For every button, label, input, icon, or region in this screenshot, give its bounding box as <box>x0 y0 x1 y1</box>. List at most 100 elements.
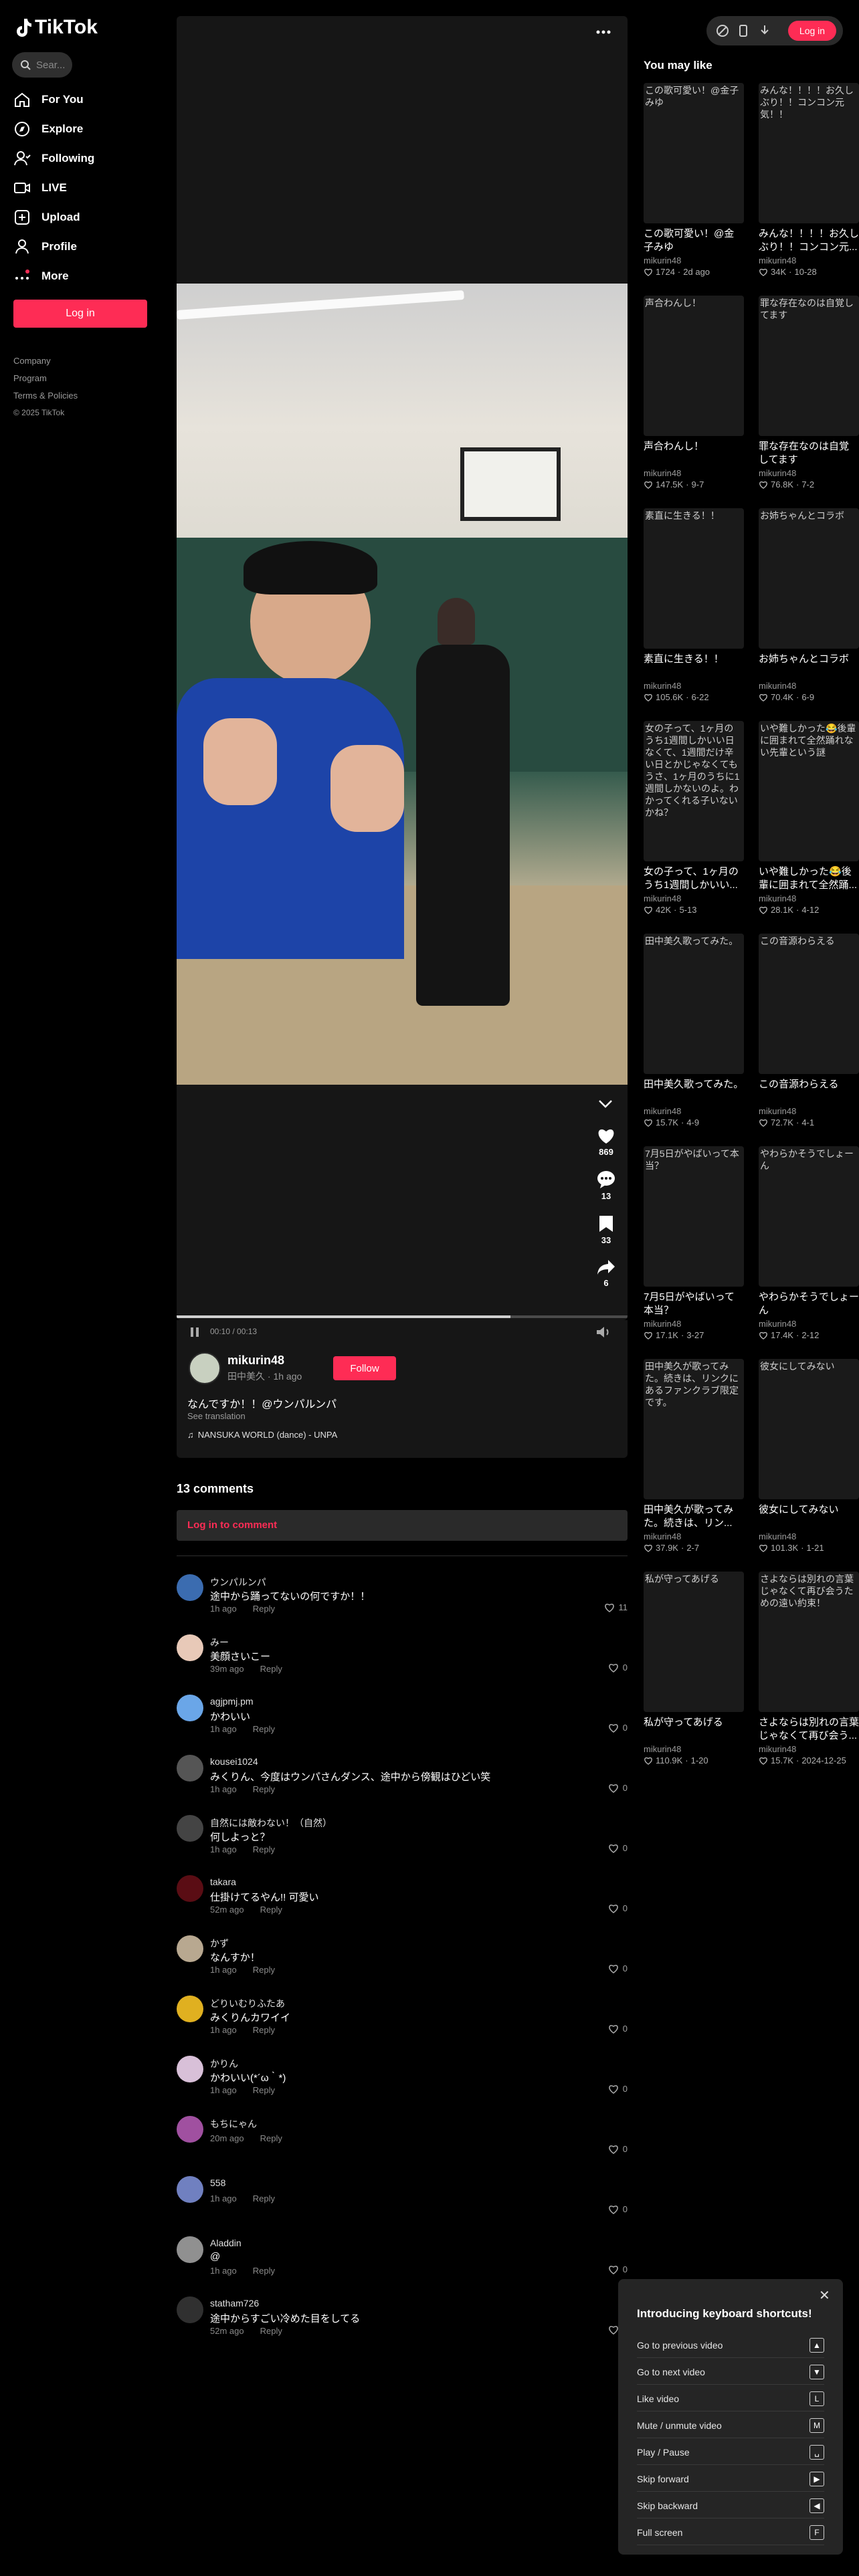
comment-author[interactable]: takara <box>210 1876 236 1887</box>
card-user[interactable]: mikurin48 <box>759 1106 859 1116</box>
comment-author[interactable]: かりん <box>210 2057 238 2070</box>
avatar[interactable] <box>177 1634 203 1661</box>
progress-track[interactable] <box>177 1315 628 1318</box>
video-thumbnail[interactable]: さよならは別れの言葉じゃなくて再び会うための遠い約束！ <box>759 1572 859 1712</box>
comment-like-button[interactable]: 0 <box>608 2204 628 2214</box>
reply-button[interactable]: Reply <box>253 2085 275 2095</box>
video-thumbnail[interactable]: 素直に生きる！！ <box>644 508 744 649</box>
comment-like-button[interactable]: 0 <box>608 1903 628 1913</box>
card-title[interactable]: 彼女にしてみない <box>759 1503 859 1530</box>
recommended-video-card[interactable]: お姉ちゃんとコラボ お姉ちゃんとコラボ mikurin48 70.4K · 6-9 <box>759 508 859 702</box>
card-title[interactable]: 女の子って、1ヶ月のうち1週間しかいい... <box>644 865 744 892</box>
volume-icon[interactable] <box>595 1325 611 1339</box>
card-title[interactable]: この歌可愛い！@金子みゆ <box>644 227 744 254</box>
sidebar-item-profile[interactable]: Profile <box>13 238 77 255</box>
recommended-video-card[interactable]: 女の子って、1ヶ月のうち1週間しかいい日なくて、1週間だけ辛い日とかじゃなくても… <box>644 721 744 915</box>
device-icon[interactable] <box>739 24 748 37</box>
card-user[interactable]: mikurin48 <box>759 1319 859 1329</box>
comment-author[interactable]: Aladdin <box>210 2238 242 2248</box>
video-thumbnail[interactable]: やわらかそうでしょーん <box>759 1146 859 1287</box>
recommended-video-card[interactable]: 罪な存在なのは自覚してます 罪な存在なのは自覚してます mikurin48 76.8K… <box>759 296 859 490</box>
reply-button[interactable]: Reply <box>260 1905 282 1915</box>
card-title[interactable]: 罪な存在なのは自覚してます <box>759 440 859 467</box>
recommended-video-card[interactable]: さよならは別れの言葉じゃなくて再び会うための遠い約束！ さよならは別れの言葉じゃな… <box>759 1572 859 1765</box>
reply-button[interactable]: Reply <box>260 1664 282 1674</box>
footer-link-terms[interactable]: Terms & Policies <box>13 391 78 401</box>
card-title[interactable]: 田中美久が歌ってみた。続きは、リン... <box>644 1503 744 1530</box>
video-thumbnail[interactable]: この歌可愛い！@金子みゆ <box>644 83 744 223</box>
recommended-video-card[interactable]: 彼女にしてみない 彼女にしてみない mikurin48 101.3K · 1-21 <box>759 1359 859 1553</box>
sidebar-item-more[interactable]: More <box>13 267 69 285</box>
recommended-video-card[interactable]: 田中美久歌ってみた。 田中美久歌ってみた。 mikurin48 15.7K · 4-9 <box>644 934 744 1128</box>
video-thumbnail[interactable]: この音源わらえる <box>759 934 859 1074</box>
creator-avatar[interactable] <box>189 1352 221 1384</box>
reply-button[interactable]: Reply <box>260 2133 282 2143</box>
avatar[interactable] <box>177 1755 203 1782</box>
video-thumbnail[interactable]: 田中美久歌ってみた。 <box>644 934 744 1074</box>
sidebar-login-button[interactable]: Log in <box>13 300 147 328</box>
recommended-video-card[interactable]: 田中美久が歌ってみた。続きは、リンクにあるファンクラブ限定です。田中美久が歌って… <box>644 1359 744 1553</box>
comment-like-button[interactable]: 0 <box>608 1963 628 1973</box>
sidebar-item-for-you[interactable]: For You <box>13 91 84 108</box>
comment-author[interactable]: statham726 <box>210 2298 259 2309</box>
reply-button[interactable]: Reply <box>253 1844 275 1854</box>
video-thumbnail[interactable]: 7月5日がやばいって本当？ <box>644 1146 744 1287</box>
creator-name[interactable]: mikurin48 <box>227 1354 284 1368</box>
close-icon[interactable]: ✕ <box>819 2287 830 2304</box>
reply-button[interactable]: Reply <box>253 2266 275 2276</box>
video-thumbnail[interactable]: お姉ちゃんとコラボ <box>759 508 859 649</box>
reply-button[interactable]: Reply <box>260 2326 282 2336</box>
comment-author[interactable]: みー <box>210 1636 229 1649</box>
more-options-icon[interactable] <box>594 27 613 37</box>
follow-button[interactable]: Follow <box>333 1356 396 1380</box>
card-user[interactable]: mikurin48 <box>644 1744 744 1754</box>
video-thumbnail[interactable]: 罪な存在なのは自覚してます <box>759 296 859 436</box>
card-user[interactable]: mikurin48 <box>644 1106 744 1116</box>
recommended-video-card[interactable]: この歌可愛い！@金子みゆ この歌可愛い！@金子みゆ mikurin48 1724 · 2d… <box>644 83 744 277</box>
card-title[interactable]: 素直に生きる！！ <box>644 653 744 679</box>
card-user[interactable]: mikurin48 <box>759 1531 859 1541</box>
card-title[interactable]: みんな！！！！お久しぶり！！コンコン元... <box>759 227 859 254</box>
comment-like-button[interactable]: 0 <box>608 2264 628 2274</box>
card-user[interactable]: mikurin48 <box>644 1319 744 1329</box>
avatar[interactable] <box>177 1875 203 1902</box>
login-to-comment[interactable]: Log in to comment <box>177 1510 628 1541</box>
comment-author[interactable]: どりいむりふたあ <box>210 1997 285 2010</box>
video-thumbnail[interactable]: 女の子って、1ヶ月のうち1週間しかいい日なくて、1週間だけ辛い日とかじゃなくても… <box>644 721 744 861</box>
no-ads-icon[interactable] <box>716 24 729 37</box>
avatar[interactable] <box>177 2116 203 2143</box>
comment-author[interactable]: もちにゃん <box>210 2117 257 2131</box>
card-user[interactable]: mikurin48 <box>644 255 744 265</box>
avatar[interactable] <box>177 2236 203 2263</box>
reply-button[interactable]: Reply <box>253 1724 275 1734</box>
video-thumbnail[interactable]: 田中美久が歌ってみた。続きは、リンクにあるファンクラブ限定です。 <box>644 1359 744 1499</box>
comment-author[interactable]: かず <box>210 1937 229 1950</box>
video-thumbnail[interactable]: みんな！！！！お久しぶり！！コンコン元気！！ <box>759 83 859 223</box>
video-thumbnail[interactable]: 声合わんし！ <box>644 296 744 436</box>
card-title[interactable]: この音源わらえる <box>759 1078 859 1105</box>
card-title[interactable]: 7月5日がやばいって本当？ <box>644 1291 744 1317</box>
recommended-video-card[interactable]: 素直に生きる！！ 素直に生きる！！ mikurin48 105.6K · 6-22 <box>644 508 744 702</box>
comment-like-button[interactable]: 0 <box>608 2084 628 2094</box>
recommended-video-card[interactable]: 私が守ってあげる 私が守ってあげる mikurin48 110.9K · 1-20 <box>644 1572 744 1765</box>
comment-author[interactable]: ウンパルンパ <box>210 1576 266 1589</box>
card-user[interactable]: mikurin48 <box>759 468 859 478</box>
reply-button[interactable]: Reply <box>253 2193 275 2204</box>
recommended-video-card[interactable]: 7月5日がやばいって本当？ 7月5日がやばいって本当？ mikurin48 17.1K… <box>644 1146 744 1340</box>
sidebar-item-live[interactable]: LIVE <box>13 179 67 197</box>
card-title[interactable]: 田中美久歌ってみた。 <box>644 1078 744 1105</box>
card-title[interactable]: お姉ちゃんとコラボ <box>759 653 859 679</box>
comment-like-button[interactable]: 0 <box>608 1783 628 1793</box>
footer-link-program[interactable]: Program <box>13 373 47 383</box>
recommended-video-card[interactable]: みんな！！！！お久しぶり！！コンコン元気！！ みんな！！！！お久しぶり！！コンコン… <box>759 83 859 277</box>
card-user[interactable]: mikurin48 <box>644 1531 744 1541</box>
avatar[interactable] <box>177 2296 203 2323</box>
comment-like-button[interactable]: 0 <box>608 2024 628 2034</box>
recommended-video-card[interactable]: やわらかそうでしょーん やわらかそうでしょーん mikurin48 17.4K · 2-1… <box>759 1146 859 1340</box>
avatar[interactable] <box>177 1996 203 2022</box>
pause-icon[interactable] <box>190 1327 199 1337</box>
video-thumbnail[interactable]: 彼女にしてみない <box>759 1359 859 1499</box>
recommended-video-card[interactable]: この音源わらえる この音源わらえる mikurin48 72.7K · 4-1 <box>759 934 859 1128</box>
card-user[interactable]: mikurin48 <box>759 681 859 691</box>
avatar[interactable] <box>177 1574 203 1601</box>
